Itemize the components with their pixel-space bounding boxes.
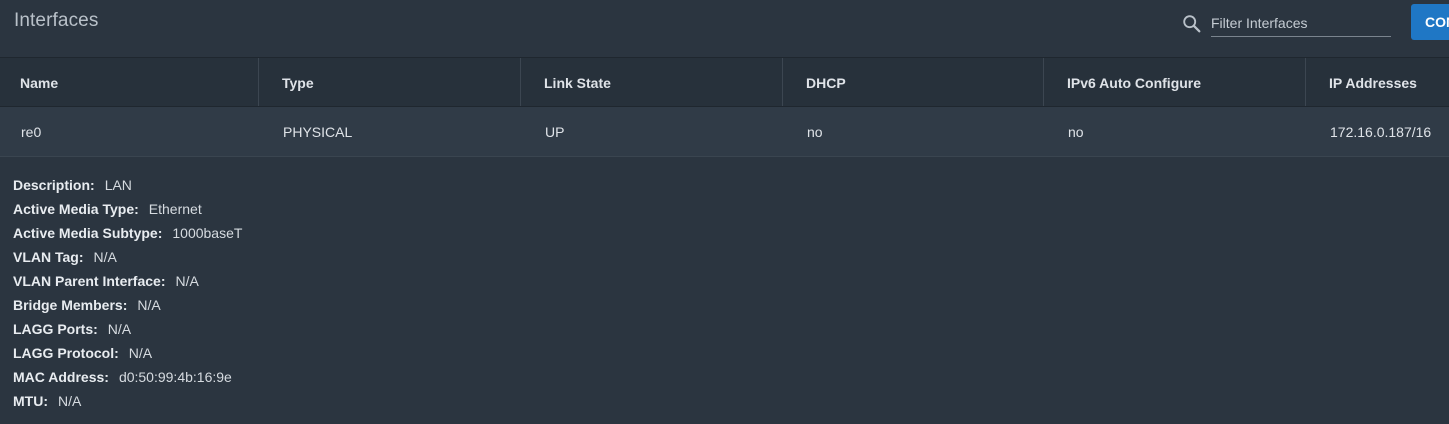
detail-value: N/A — [93, 249, 117, 265]
detail-label: LAGG Ports: — [13, 321, 98, 337]
column-header-name[interactable]: Name — [20, 58, 58, 106]
detail-value: Ethernet — [148, 201, 202, 217]
column-divider — [520, 58, 521, 106]
search-icon[interactable] — [1181, 13, 1203, 35]
detail-label: VLAN Parent Interface: — [13, 273, 166, 289]
detail-label: Active Media Subtype: — [13, 225, 163, 241]
detail-value: N/A — [107, 321, 132, 337]
filter-interfaces-input[interactable] — [1211, 10, 1391, 37]
column-divider — [258, 58, 259, 106]
detail-lagg-protocol: LAGG Protocol: N/A — [13, 341, 242, 365]
interfaces-page: Interfaces CONFIGURE Name Type Link Stat… — [0, 0, 1449, 424]
detail-active-media-subtype: Active Media Subtype: 1000baseT — [13, 221, 242, 245]
cell-dhcp: no — [807, 124, 823, 140]
detail-vlan-tag: VLAN Tag: N/A — [13, 245, 242, 269]
detail-value: 1000baseT — [172, 225, 243, 241]
column-divider — [1043, 58, 1044, 106]
column-header-dhcp[interactable]: DHCP — [806, 58, 846, 106]
detail-label: MTU: — [13, 393, 48, 409]
column-header-ipv6-auto-configure[interactable]: IPv6 Auto Configure — [1067, 58, 1201, 106]
detail-label: Active Media Type: — [13, 201, 139, 217]
detail-active-media-type: Active Media Type: Ethernet — [13, 197, 242, 221]
column-divider — [1305, 58, 1306, 106]
cell-link-state: UP — [545, 124, 565, 140]
detail-description: Description: LAN — [13, 173, 242, 197]
detail-value: N/A — [128, 345, 153, 361]
detail-lagg-ports: LAGG Ports: N/A — [13, 317, 242, 341]
detail-mtu: MTU: N/A — [13, 389, 242, 413]
toolbar: Interfaces CONFIGURE — [0, 0, 1449, 58]
column-header-link-state[interactable]: Link State — [544, 58, 611, 106]
configure-button[interactable]: CONFIGURE — [1411, 4, 1449, 40]
detail-bridge-members: Bridge Members: N/A — [13, 293, 242, 317]
detail-label: LAGG Protocol: — [13, 345, 119, 361]
detail-value: d0:50:99:4b:16:9e — [118, 369, 232, 385]
interface-details: Description: LAN Active Media Type: Ethern… — [13, 173, 242, 413]
detail-label: Bridge Members: — [13, 297, 128, 313]
page-title: Interfaces — [14, 10, 99, 31]
cell-name: re0 — [21, 124, 42, 140]
column-divider — [782, 58, 783, 106]
column-header-type[interactable]: Type — [282, 58, 314, 106]
detail-label: Description: — [13, 177, 95, 193]
detail-value: LAN — [104, 177, 132, 193]
detail-vlan-parent-interface: VLAN Parent Interface: N/A — [13, 269, 242, 293]
cell-ip-addresses: 172.16.0.187/16 — [1330, 124, 1432, 140]
cell-type: PHYSICAL — [283, 124, 353, 140]
detail-value: N/A — [175, 273, 199, 289]
detail-value: N/A — [58, 393, 82, 409]
column-header-ip-addresses[interactable]: IP Addresses — [1329, 58, 1417, 106]
cell-ipv6-auto-configure: no — [1068, 124, 1084, 140]
detail-mac-address: MAC Address: d0:50:99:4b:16:9e — [13, 365, 242, 389]
table-row[interactable]: re0 PHYSICAL UP no no 172.16.0.187/16 — [0, 107, 1449, 157]
table-header: Name Type Link State DHCP IPv6 Auto Conf… — [0, 58, 1449, 107]
detail-label: VLAN Tag: — [13, 249, 84, 265]
detail-value: N/A — [137, 297, 161, 313]
detail-label: MAC Address: — [13, 369, 109, 385]
